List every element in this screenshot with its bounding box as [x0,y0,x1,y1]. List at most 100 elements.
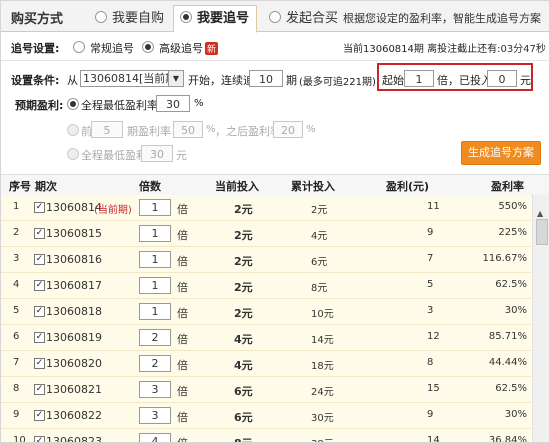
scroll-thumb[interactable] [536,219,548,245]
col-issue: 期次 [35,180,57,193]
scroll-up-icon[interactable]: ▲ [537,209,543,218]
col-no: 序号 [9,180,31,193]
col-current-bet: 当前投入 [215,180,259,193]
row-multiple-input[interactable]: 1 [139,225,171,242]
mode-normal-option[interactable]: 常规追号 [73,40,134,56]
row-current-bet: 2元 [234,307,253,320]
row-multiple-unit: 倍 [177,333,188,346]
row-profit: 5 [427,279,434,290]
row-issue: 13060819 [46,331,102,344]
from-text: 从 [67,74,78,87]
staged-rate2-input[interactable]: 20 [273,121,303,138]
issues-count-input[interactable]: 10 [249,70,283,87]
row-multiple-input[interactable]: 1 [139,251,171,268]
row-no: 8 [13,383,20,394]
tab-self-buy[interactable]: 我要自购 [89,6,169,31]
staged-rate-radio[interactable] [67,124,79,136]
issues-unit: 期 [286,74,297,87]
row-issue: 13060817 [46,279,102,292]
row-total-bet: 8元 [311,283,328,294]
col-profit-rate: 盈利率 [491,180,524,193]
col-total-bet: 累计投入 [291,180,335,193]
min-rate-input[interactable]: 30 [156,95,190,112]
row-current-bet: 6元 [234,411,253,424]
row-multiple-input[interactable]: 1 [139,199,171,216]
start-issue-select[interactable]: 13060814[当前期] ▼ [80,70,184,87]
plan-table-body: 1 ✓ 13060814 (当前期) 1 倍 2元 2元 11 550% 2 ✓ 13060815 1 倍 2… [1,195,531,442]
row-profit: 3 [427,305,434,316]
current-issue-tag: (当前期) [94,205,132,216]
row-multiple-input[interactable]: 1 [139,303,171,320]
row-checkbox[interactable]: ✓ [34,436,45,442]
tab-group-buy[interactable]: 发起合买 [263,6,345,31]
row-total-bet: 2元 [311,205,328,216]
row-checkbox[interactable]: ✓ [34,410,45,421]
chevron-down-icon[interactable]: ▼ [168,71,183,86]
tab-group-buy-label: 发起合买 [286,11,339,26]
tab-chase-number[interactable]: 我要追号 [173,5,257,33]
row-multiple-input[interactable]: 2 [139,355,171,372]
row-checkbox[interactable]: ✓ [34,228,45,239]
row-total-bet: 14元 [311,335,334,346]
row-multiple-input[interactable]: 4 [139,433,171,442]
min-amount-input[interactable]: 30 [141,145,173,162]
countdown-timer: 03分47秒 [500,44,546,55]
row-checkbox[interactable]: ✓ [34,306,45,317]
row-checkbox[interactable]: ✓ [34,280,45,291]
table-scrollbar[interactable]: ▲ [532,195,549,442]
table-row: 8 ✓ 13060821 3 倍 6元 24元 15 62.5% [1,377,531,403]
row-multiple-unit: 倍 [177,385,188,398]
row-profit-rate: 30% [504,409,527,420]
row-profit: 9 [427,227,434,238]
row-issue: 13060820 [46,357,102,370]
row-total-bet: 4元 [311,231,328,242]
table-row: 7 ✓ 13060820 2 倍 4元 18元 8 44.44% [1,351,531,377]
row-multiple-input[interactable]: 2 [139,329,171,346]
mode-advanced-radio[interactable] [142,41,154,53]
row-no: 1 [13,201,20,212]
mode-normal-radio[interactable] [73,41,85,53]
row-multiple-input[interactable]: 3 [139,381,171,398]
row-checkbox[interactable]: ✓ [34,254,45,265]
tab-self-buy-radio[interactable] [95,11,107,23]
min-rate-label: 全程最低盈利率 [81,99,158,112]
row-total-bet: 38元 [311,435,334,442]
profit-option-staged[interactable]: 前 [67,123,92,139]
table-row: 6 ✓ 13060819 2 倍 4元 14元 12 85.71% [1,325,531,351]
staged-issues-input[interactable]: 5 [91,121,123,138]
row-no: 2 [13,227,20,238]
staged-rate1-input[interactable]: 50 [173,121,203,138]
invested-input[interactable]: 0 [487,70,517,87]
row-multiple-unit: 倍 [177,307,188,320]
row-profit-rate: 30% [504,305,527,316]
row-checkbox[interactable]: ✓ [34,384,45,395]
col-multiple: 倍数 [139,180,161,193]
row-checkbox[interactable]: ✓ [34,358,45,369]
row-total-bet: 10元 [311,309,334,320]
settings-label: 设置条件: [11,74,60,87]
row-no: 6 [13,331,20,342]
expected-profit-label: 预期盈利: [15,99,64,112]
min-amount-radio[interactable] [67,148,79,160]
generate-plan-button[interactable]: 生成追号方案 [461,141,541,165]
smart-plan-hint: 根据您设定的盈利率，智能生成追号方案 [343,12,541,25]
row-total-bet: 6元 [311,257,328,268]
mode-advanced-option[interactable]: 高级追号新 [142,40,219,56]
tab-group-buy-radio[interactable] [269,11,281,23]
row-multiple-input[interactable]: 1 [139,277,171,294]
start-multiple-input[interactable]: 1 [404,70,434,87]
profit-option-min-amount[interactable]: 全程最低盈利 [67,147,147,163]
min-rate-radio[interactable] [67,98,79,110]
tab-chase-number-radio[interactable] [180,11,192,23]
row-current-bet: 2元 [234,281,253,294]
purchase-panel: 购买方式 我要自购 我要追号 发起合买 根据您设定的盈利率，智能生成追号方案 追… [0,0,550,443]
row-current-bet: 8元 [234,435,253,442]
profit-option-min-rate[interactable]: 全程最低盈利率 [67,97,158,113]
row-profit-rate: 85.71% [488,331,527,342]
row-multiple-unit: 倍 [177,229,188,242]
row-checkbox[interactable]: ✓ [34,202,45,213]
staged-after-text: ，之后盈利率 [215,125,281,138]
table-row: 10 ✓13060823 4倍 8元 38元 14 36.84% [1,429,531,442]
row-multiple-input[interactable]: 3 [139,407,171,424]
row-checkbox[interactable]: ✓ [34,332,45,343]
